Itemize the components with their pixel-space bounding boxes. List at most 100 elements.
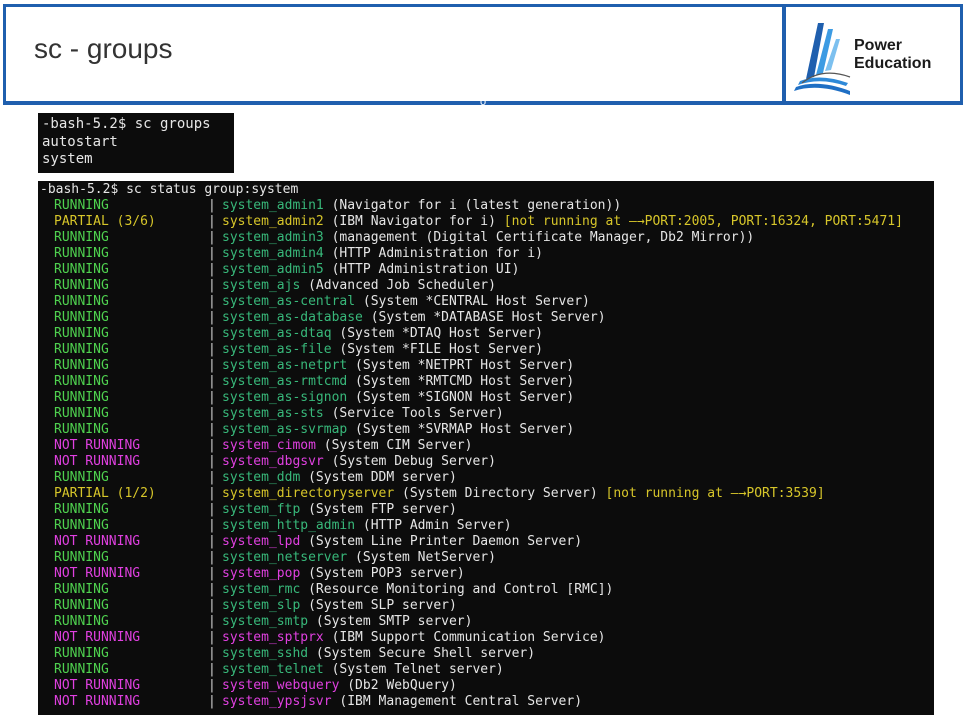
status-label: RUNNING xyxy=(54,342,109,357)
column-separator: | xyxy=(208,198,216,213)
status-row: NOT RUNNING | system_cimom (System CIM Ser… xyxy=(40,438,932,454)
column-separator: | xyxy=(208,662,216,677)
column-separator: | xyxy=(208,534,216,549)
service-name: system_cimom xyxy=(222,438,316,453)
service-description: (HTTP Administration for i) xyxy=(323,246,543,261)
status-label: PARTIAL (1/2) xyxy=(54,486,156,501)
service-description: (System *NETPRT Host Server) xyxy=(347,358,575,373)
terminal-line: autostart xyxy=(42,133,118,150)
status-label: RUNNING xyxy=(54,614,109,629)
service-description: (System SLP server) xyxy=(300,598,457,613)
status-label: NOT RUNNING xyxy=(54,454,141,469)
column-separator: | xyxy=(208,406,216,421)
not-running-ports-warning: [not running at —→PORT:2005, PORT:16324,… xyxy=(503,214,903,229)
service-name: system_netserver xyxy=(222,550,348,565)
service-description: (System *CENTRAL Host Server) xyxy=(355,294,590,309)
status-label: NOT RUNNING xyxy=(54,694,141,709)
service-description: (System *SVRMAP Host Server) xyxy=(347,422,575,437)
service-description: (System *DATABASE Host Server) xyxy=(362,310,606,325)
service-description: (System Telnet server) xyxy=(323,662,504,677)
slide-header: sc - groups Power Education xyxy=(3,4,963,104)
service-description: (System *SIGNON Host Server) xyxy=(347,390,575,405)
status-row: NOT RUNNING | system_sptprx (IBM Support C… xyxy=(40,630,932,646)
status-list: RUNNING | system_admin1 (Navigator for i (… xyxy=(40,198,932,710)
column-separator: | xyxy=(208,246,216,261)
service-description: (IBM Navigator for i) xyxy=(323,214,504,229)
status-row: RUNNING | system_as-dtaq (System *DTAQ Hos… xyxy=(40,326,932,342)
status-row: RUNNING | system_as-svrmap (System *SVRMAP… xyxy=(40,422,932,438)
service-name: system_admin1 xyxy=(222,198,324,213)
column-separator: | xyxy=(208,502,216,517)
service-description: (IBM Management Central Server) xyxy=(331,694,583,709)
service-name: system_as-netprt xyxy=(222,358,348,373)
service-description: (System SMTP server) xyxy=(308,614,473,629)
column-separator: | xyxy=(208,630,216,645)
service-description: (System Directory Server) xyxy=(394,486,606,501)
status-label: RUNNING xyxy=(54,518,109,533)
service-description: (IBM Support Communication Service) xyxy=(323,630,606,645)
column-separator: | xyxy=(208,422,216,437)
service-name: system_as-dtaq xyxy=(222,326,332,341)
service-description: (System DDM server) xyxy=(300,470,457,485)
service-name: system_slp xyxy=(222,598,301,613)
status-row: PARTIAL (1/2) | system_directoryserver (Sy… xyxy=(40,486,932,502)
status-row: RUNNING | system_admin1 (Navigator for i (… xyxy=(40,198,932,214)
service-name: system_admin5 xyxy=(222,262,324,277)
service-name: system_admin2 xyxy=(222,214,324,229)
status-label: RUNNING xyxy=(54,598,109,613)
status-row: RUNNING | system_ajs (Advanced Job Schedul… xyxy=(40,278,932,294)
terminal-sc-groups: -bash-5.2$ sc groups autostart system xyxy=(38,113,234,173)
logo-line-2: Education xyxy=(854,55,932,72)
service-description: (System POP3 server) xyxy=(300,566,465,581)
slide: sc - groups Power Education o -bash-5.2$… xyxy=(0,0,966,721)
service-name: system_as-rmtcmd xyxy=(222,374,348,389)
not-running-ports-warning: [not running at —→PORT:3539] xyxy=(605,486,825,501)
service-name: system_ajs xyxy=(222,278,301,293)
status-label: RUNNING xyxy=(54,230,109,245)
service-description: (Resource Monitoring and Control [RMC]) xyxy=(300,582,614,597)
power-education-logo: Power Education xyxy=(788,9,960,99)
status-label: RUNNING xyxy=(54,198,109,213)
service-name: system_as-central xyxy=(222,294,356,309)
service-name: system_pop xyxy=(222,566,301,581)
column-separator: | xyxy=(208,614,216,629)
service-name: system_sptprx xyxy=(222,630,324,645)
column-separator: | xyxy=(208,694,216,709)
service-description: (management (Digital Certificate Manager… xyxy=(323,230,755,245)
column-separator: | xyxy=(208,678,216,693)
service-description: (HTTP Administration UI) xyxy=(323,262,520,277)
service-description: (System CIM Server) xyxy=(315,438,473,453)
status-label: RUNNING xyxy=(54,278,109,293)
service-description: (HTTP Admin Server) xyxy=(355,518,512,533)
status-row: RUNNING | system_ftp (System FTP server) xyxy=(40,502,932,518)
status-label: RUNNING xyxy=(54,662,109,677)
column-separator: | xyxy=(208,646,216,661)
status-label: RUNNING xyxy=(54,502,109,517)
service-name: system_ftp xyxy=(222,502,301,517)
status-row: RUNNING | system_as-central (System *CENTR… xyxy=(40,294,932,310)
status-row: NOT RUNNING | system_lpd (System Line Prin… xyxy=(40,534,932,550)
status-label: NOT RUNNING xyxy=(54,566,141,581)
slide-title: sc - groups xyxy=(34,33,173,64)
terminal-line: system xyxy=(42,151,93,167)
header-divider xyxy=(782,7,786,101)
service-name: system_as-sts xyxy=(222,406,324,421)
service-description: (Navigator for i (latest generation)) xyxy=(323,198,622,213)
status-row: RUNNING | system_as-file (System *FILE Hos… xyxy=(40,342,932,358)
status-label: NOT RUNNING xyxy=(54,678,141,693)
service-name: system_rmc xyxy=(222,582,301,597)
status-row: NOT RUNNING | system_ypsjsvr (IBM Manageme… xyxy=(40,694,932,710)
status-row: RUNNING | system_slp (System SLP server) xyxy=(40,598,932,614)
logo-line-1: Power xyxy=(854,37,903,54)
status-row: RUNNING | system_as-database (System *DATA… xyxy=(40,310,932,326)
service-name: system_lpd xyxy=(222,534,301,549)
service-name: system_admin3 xyxy=(222,230,324,245)
status-label: NOT RUNNING xyxy=(54,630,141,645)
terminal-sc-status: -bash-5.2$ sc status group:system RUNNIN… xyxy=(38,181,934,715)
status-label: RUNNING xyxy=(54,326,109,341)
service-name: system_ddm xyxy=(222,470,301,485)
service-description: (System Line Printer Daemon Server) xyxy=(300,534,583,549)
column-separator: | xyxy=(208,214,216,229)
status-row: RUNNING | system_telnet (System Telnet ser… xyxy=(40,662,932,678)
status-row: RUNNING | system_admin3 (management (Digit… xyxy=(40,230,932,246)
